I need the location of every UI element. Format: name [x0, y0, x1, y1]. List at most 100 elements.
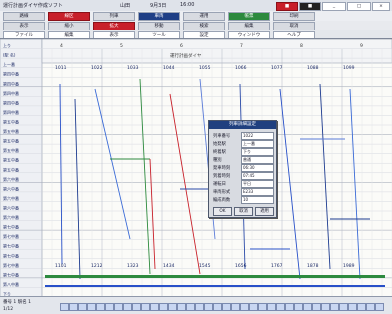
timeline-tick[interactable] — [330, 303, 339, 311]
train-number-label[interactable]: 1022 — [91, 65, 103, 71]
timeline-tick[interactable] — [204, 303, 213, 311]
window-minimize-button[interactable]: _ — [322, 2, 346, 11]
track-bar — [45, 275, 385, 278]
dialog-field-input[interactable]: 1022 — [241, 132, 274, 140]
train-number-label[interactable]: 1212 — [91, 263, 103, 269]
train-number-label[interactable]: 1011 — [55, 65, 67, 71]
timeline-tick[interactable] — [321, 303, 330, 311]
train-diagram-svg[interactable]: 上り(駅 名)上一番第四中番第四中番第四中番第四中番第四中番第五中番第五中番第五… — [0, 38, 392, 298]
toolbar1-item[interactable]: 路線 — [3, 12, 45, 21]
train-number-label[interactable]: 1077 — [271, 65, 283, 71]
train-line[interactable] — [59, 83, 63, 265]
train-number-label[interactable]: 1767 — [271, 263, 283, 269]
timeline-tick[interactable] — [60, 303, 69, 311]
dialog-field-input[interactable]: 上一番 — [241, 140, 274, 148]
dialog-button[interactable]: 適用 — [255, 207, 274, 216]
timeline-tick[interactable] — [339, 303, 348, 311]
train-line[interactable] — [319, 83, 331, 270]
train-number-label[interactable]: 1033 — [127, 65, 139, 71]
timeline-tick[interactable] — [195, 303, 204, 311]
window-maximize-button[interactable]: □ — [347, 2, 371, 11]
train-number-label[interactable]: 1323 — [127, 263, 139, 269]
train-line[interactable] — [169, 93, 201, 275]
train-number-label[interactable]: 1099 — [343, 65, 355, 71]
toolbar1-item[interactable]: 車両 — [138, 12, 180, 21]
station-label: 第六中番 — [3, 185, 19, 191]
timeline-tick[interactable] — [69, 303, 78, 311]
dialog-field-input[interactable]: E233 — [241, 188, 274, 196]
timeline-tick[interactable] — [150, 303, 159, 311]
dialog-field-input[interactable]: 06:30 — [241, 164, 274, 172]
timeline-tick[interactable] — [123, 303, 132, 311]
timeline-tick[interactable] — [132, 303, 141, 311]
train-number-label[interactable]: 1055 — [199, 65, 211, 71]
train-number-label[interactable]: 1989 — [343, 263, 355, 269]
timeline-tick[interactable] — [348, 303, 357, 311]
track-bar — [45, 285, 385, 287]
timeline-tick[interactable] — [141, 303, 150, 311]
train-diagram-area[interactable]: 上り (駅 名) 上一番 第四中番 第四中番 第四中番 第四中番 第四中番 第五中番 第五中番 第五… — [0, 38, 392, 298]
timeline-tick[interactable] — [168, 303, 177, 311]
timeline-tick[interactable] — [105, 303, 114, 311]
timeline-tick[interactable] — [285, 303, 294, 311]
status-left: 番号 1 駅名 1 — [3, 300, 32, 305]
diagram-title: 運行計画ダイヤ — [170, 52, 202, 59]
timeline-tick[interactable] — [276, 303, 285, 311]
timeline-tick[interactable] — [312, 303, 321, 311]
window-close-button[interactable]: × — [372, 2, 390, 11]
train-number-label[interactable]: 1044 — [163, 65, 175, 71]
timeline-tick[interactable] — [96, 303, 105, 311]
timeline-tick[interactable] — [240, 303, 249, 311]
timeline-tick[interactable] — [249, 303, 258, 311]
dialog-button[interactable]: 取消 — [234, 207, 253, 216]
timeline-tick[interactable] — [87, 303, 96, 311]
dialog-field-input[interactable]: 10 — [241, 196, 274, 204]
timeline-tick[interactable] — [303, 303, 312, 311]
timeline-tick[interactable] — [159, 303, 168, 311]
dialog-button[interactable]: OK — [213, 207, 232, 216]
timeline-tick[interactable] — [258, 303, 267, 311]
stop-button[interactable]: ■ — [299, 2, 321, 11]
toolbar1-item[interactable]: 帳票 — [228, 12, 270, 21]
train-number-label[interactable]: 1101 — [55, 263, 67, 269]
timeline-tick[interactable] — [366, 303, 375, 311]
toolbar1-item[interactable]: 列車 — [93, 12, 135, 21]
train-number-label[interactable]: 1878 — [307, 263, 319, 269]
train-number-label[interactable]: 1656 — [235, 263, 247, 269]
train-number-label[interactable]: 1066 — [235, 65, 247, 71]
train-line[interactable] — [74, 98, 81, 280]
dialog-field-input[interactable]: 普通 — [241, 156, 274, 164]
timeline-tick[interactable] — [213, 303, 222, 311]
train-number-label[interactable]: 1545 — [199, 263, 211, 269]
alert-button[interactable]: ■ — [276, 2, 298, 11]
toolbar1-item[interactable]: 線区 — [48, 12, 90, 21]
dialog-field-input[interactable]: 07:45 — [241, 172, 274, 180]
train-line[interactable] — [349, 88, 361, 280]
timeline-tick[interactable] — [231, 303, 240, 311]
train-line[interactable] — [94, 88, 131, 240]
timeline-tick[interactable] — [267, 303, 276, 311]
hour-label: 7 — [240, 43, 243, 49]
train-line[interactable] — [279, 88, 301, 280]
timeline-tick[interactable] — [222, 303, 231, 311]
timeline-tick[interactable] — [357, 303, 366, 311]
toolbar1-item[interactable]: 印刷 — [273, 12, 315, 21]
dialog-field-label: 到着時刻 — [213, 174, 231, 179]
train-detail-dialog[interactable]: 列車詳細設定 列車番号 1022 始発駅 上一番 終着駅 下り 種別 普通 発車時刻 06:30 到… — [208, 120, 277, 218]
train-line[interactable] — [139, 78, 151, 275]
timeline-tick[interactable] — [294, 303, 303, 311]
train-line[interactable] — [149, 158, 156, 270]
timeline-tick[interactable] — [186, 303, 195, 311]
timeline-tick[interactable] — [114, 303, 123, 311]
toolbar1-item[interactable]: 運用 — [183, 12, 225, 21]
timeline-tick[interactable] — [177, 303, 186, 311]
station-label: 第六中番 — [3, 214, 19, 220]
timeline-tick[interactable] — [375, 303, 384, 311]
timeline-tick[interactable] — [78, 303, 87, 311]
station-label: 第四中番 — [3, 99, 19, 105]
train-number-label[interactable]: 1088 — [307, 65, 319, 71]
station-label: 第七中番 — [3, 271, 19, 277]
train-number-label[interactable]: 1434 — [163, 263, 175, 269]
dialog-field-input[interactable]: 下り — [241, 148, 274, 156]
dialog-field-input[interactable]: 平日 — [241, 180, 274, 188]
